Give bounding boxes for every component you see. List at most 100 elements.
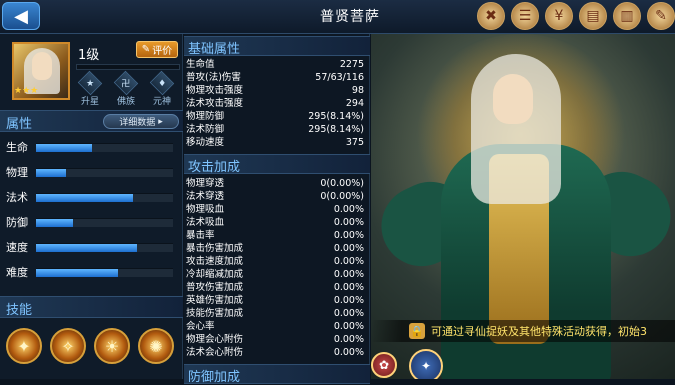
- attribute-value: 98: [351, 85, 364, 96]
- attribute-row: 暴击伤害加成 0.00%: [186, 242, 364, 255]
- chevron-right-icon: ▸: [158, 116, 163, 127]
- attribute-row: 生命值 2275: [186, 58, 364, 71]
- document-icon[interactable]: ▤: [579, 2, 607, 30]
- attribute-row: 冷却缩减加成 0.00%: [186, 268, 364, 281]
- attribute-row: 物理防御 295(8.14%): [186, 110, 364, 123]
- attribute-row: 普攻伤害加成 0.00%: [186, 281, 364, 294]
- attribute-label: 冷却缩减加成: [186, 269, 244, 280]
- stat-label: 生命: [6, 141, 28, 154]
- stat-label: 难度: [6, 266, 28, 279]
- cancel-seal-icon[interactable]: ✖: [477, 2, 505, 30]
- soul-button[interactable]: ♦ 元神: [146, 70, 178, 107]
- attribute-row: 会心率 0.00%: [186, 320, 364, 333]
- attribute-value: 295(8.14%): [308, 124, 364, 135]
- hero-info-panel: ★★★ 1级 ✎ 评价 ★ 升星 卍 佛族 ♦ 元神 属性 详细数据 ▸ 生命 …: [0, 34, 183, 379]
- attribute-label: 普攻(法)伤害: [186, 72, 241, 83]
- evaluate-button[interactable]: ✎ 评价: [136, 41, 178, 58]
- attribute-label: 会心率: [186, 321, 215, 332]
- back-arrow-icon[interactable]: ◀: [2, 2, 40, 30]
- stat-bar: [36, 167, 173, 177]
- page-title: 普贤菩萨: [320, 9, 380, 25]
- skill-2-icon[interactable]: ✧: [50, 328, 86, 364]
- stat-bar: [36, 242, 173, 252]
- attribute-label: 法术吸血: [186, 217, 225, 228]
- stat-bar-fill: [36, 143, 93, 152]
- faction-button[interactable]: 卍 佛族: [110, 70, 142, 107]
- attribute-row: 物理穿透 0(0.00%): [186, 177, 364, 190]
- attribute-label: 生命值: [186, 59, 215, 70]
- attribute-value: 0(0.00%): [320, 191, 364, 202]
- stat-bar-fill: [36, 193, 134, 202]
- attack-bonus-header: 攻击加成: [184, 154, 370, 175]
- attribute-label: 攻击速度加成: [186, 256, 244, 267]
- skills-header: 技能: [0, 296, 183, 318]
- attribute-row: 英雄伤害加成 0.00%: [186, 294, 364, 307]
- attribute-row: 物理吸血 0.00%: [186, 203, 364, 216]
- attribute-label: 物理攻击强度: [186, 85, 244, 96]
- hero-stars: ★★★: [14, 86, 39, 96]
- swastika-icon: 卍: [113, 70, 139, 96]
- upgrade-star-button[interactable]: ★ 升星: [74, 70, 106, 107]
- attribute-value: 375: [345, 137, 364, 148]
- stat-bar-fill: [36, 268, 119, 277]
- attribute-row: 法术攻击强度 294: [186, 97, 364, 110]
- attribute-label: 暴击率: [186, 230, 215, 241]
- basic-attributes-header: 基础属性: [184, 36, 370, 57]
- top-bar: ◀ 普贤菩萨 ✖ ☰ ¥ ▤ ▥ ✎: [0, 0, 675, 34]
- attribute-value: 0.00%: [333, 295, 364, 306]
- attribute-label: 物理吸血: [186, 204, 225, 215]
- book-icon[interactable]: ▥: [613, 2, 641, 30]
- stat-row: 物理: [6, 163, 176, 181]
- attribute-label: 暴击伤害加成: [186, 243, 244, 254]
- attributes-header: 属性 详细数据 ▸: [0, 110, 183, 132]
- edit-icon: ✎: [141, 44, 151, 55]
- attribute-label: 物理防御: [186, 111, 225, 122]
- stat-label: 防御: [6, 216, 28, 229]
- attribute-label: 英雄伤害加成: [186, 295, 244, 306]
- attribute-label: 物理会心附伤: [186, 334, 244, 345]
- stat-bar: [36, 217, 173, 227]
- attribute-label: 法术防御: [186, 124, 225, 135]
- star-icon: ★: [77, 70, 103, 96]
- coin-icon[interactable]: ¥: [545, 2, 573, 30]
- top-icon-bar: ✖ ☰ ¥ ▤ ▥ ✎: [477, 2, 675, 30]
- skin-badge-icon[interactable]: ✿: [371, 352, 397, 378]
- attribute-value: 295(8.14%): [308, 111, 364, 122]
- skill-1-icon[interactable]: ✦: [6, 328, 42, 364]
- attribute-row: 法术吸血 0.00%: [186, 216, 364, 229]
- stat-row: 速度: [6, 238, 176, 256]
- attribute-row: 法术会心附伤 0.00%: [186, 346, 364, 359]
- scroll-icon[interactable]: ☰: [511, 2, 539, 30]
- skill-4-icon[interactable]: ✺: [138, 328, 174, 364]
- stat-row: 法术: [6, 188, 176, 206]
- stat-row: 生命: [6, 138, 176, 156]
- hero-level: 1级: [78, 48, 100, 63]
- stat-bar-fill: [36, 218, 73, 227]
- attribute-value: 0.00%: [333, 243, 364, 254]
- attribute-row: 技能伤害加成 0.00%: [186, 307, 364, 320]
- detail-data-button[interactable]: 详细数据 ▸: [103, 114, 179, 129]
- stat-bar-fill: [36, 243, 138, 252]
- stat-row: 防御: [6, 213, 176, 231]
- attribute-label: 技能伤害加成: [186, 308, 244, 319]
- attribute-label: 法术穿透: [186, 191, 225, 202]
- attribute-value: 57/63/116: [315, 72, 364, 83]
- stat-bar: [36, 142, 173, 152]
- acquisition-notice: 🔒 可通过寻仙捉妖及其他特殊活动获得，初始3: [371, 320, 675, 342]
- attribute-row: 暴击率 0.00%: [186, 229, 364, 242]
- attribute-label: 法术攻击强度: [186, 98, 244, 109]
- hero-artwork: 🔒 可通过寻仙捉妖及其他特殊活动获得，初始3 ✿ ✦: [371, 34, 675, 379]
- attribute-label: 物理穿透: [186, 178, 225, 189]
- attribute-row: 攻击速度加成 0.00%: [186, 255, 364, 268]
- hero-emblem-icon[interactable]: ✦: [409, 349, 443, 379]
- attribute-value: 0.00%: [333, 308, 364, 319]
- attribute-row: 物理攻击强度 98: [186, 84, 364, 97]
- stat-bar: [36, 267, 173, 277]
- attribute-value: 0.00%: [333, 204, 364, 215]
- attribute-value: 0.00%: [333, 347, 364, 358]
- attribute-value: 0.00%: [333, 217, 364, 228]
- attribute-label: 普攻伤害加成: [186, 282, 244, 293]
- skill-3-icon[interactable]: ☀: [94, 328, 130, 364]
- attribute-value: 0.00%: [333, 334, 364, 345]
- quill-icon[interactable]: ✎: [647, 2, 675, 30]
